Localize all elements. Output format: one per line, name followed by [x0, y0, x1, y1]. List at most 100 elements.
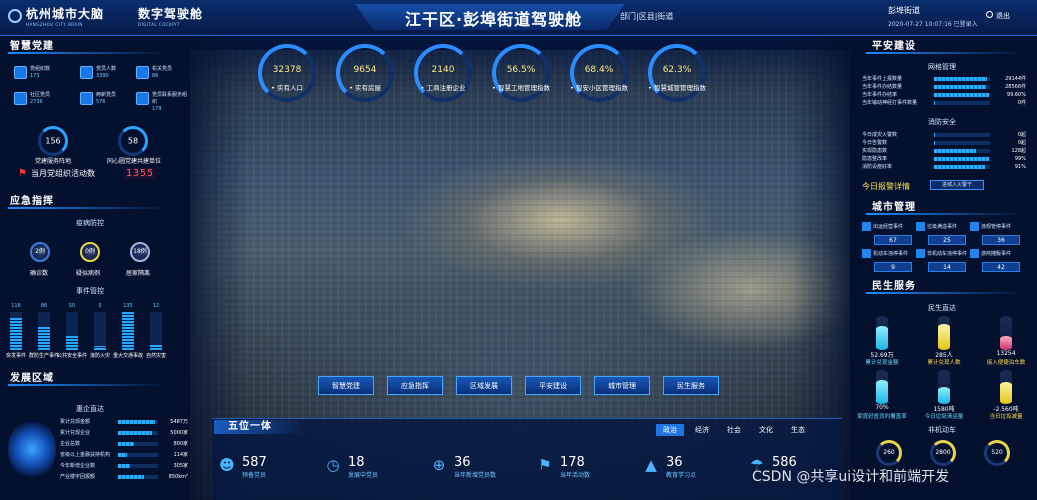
exit-label: 退出	[996, 12, 1010, 20]
tile-label: 出运经营事件	[862, 222, 914, 231]
row-value: 99.60%	[1006, 91, 1026, 98]
city-tile[interactable]: 违规管停事件 36	[970, 222, 1022, 248]
event-icon	[862, 222, 871, 231]
breadcrumb[interactable]: 部门|区县|街道	[620, 11, 673, 22]
divider	[866, 213, 1026, 215]
label: 机关党员	[152, 66, 173, 72]
nav-button[interactable]: 区域发展	[456, 376, 512, 395]
develop-row: 省级以上金融扶持机构 114家	[60, 451, 188, 458]
value: 576	[96, 99, 106, 105]
city-brain-icon	[8, 9, 22, 23]
row-label: 今日告警数	[862, 140, 888, 146]
safety-row: 当年输动神经打事件数量 0件	[862, 99, 1026, 106]
value: 3390	[96, 73, 109, 79]
five-tab[interactable]: 政治	[656, 424, 684, 436]
exit-button[interactable]: 退出	[986, 11, 1010, 21]
stat-label: 发展中党员	[348, 472, 379, 479]
cylinder-label: 家庭好医贡约覆盖率	[857, 414, 907, 420]
event-bar-value: 12	[152, 303, 160, 309]
flag-icon	[14, 92, 27, 105]
stat-value: 36	[666, 455, 683, 470]
row-value: 0起	[1017, 140, 1026, 146]
divider	[866, 52, 1026, 54]
nav-button[interactable]: 智慧党建	[318, 376, 374, 395]
safety-row: 今日告警数 0起	[862, 139, 1026, 146]
label: 党员人数	[96, 66, 117, 72]
row-label: 累计兑现金额	[60, 419, 91, 425]
row-value: 114家	[173, 452, 188, 458]
develop-row: 企业总数 800家	[60, 440, 188, 447]
five-tab[interactable]: 经济	[688, 424, 716, 436]
city-tile[interactable]: 垃圾满溢事件 25	[916, 222, 968, 248]
nav-button[interactable]: 平安建设	[525, 376, 581, 395]
party-item: 党组织数 173	[14, 66, 50, 79]
safety-row: 当年事件上报数量 29144件	[862, 75, 1026, 82]
logo-sub: HANGZHOU CITY BRAIN	[26, 22, 83, 27]
row-fill	[934, 100, 936, 105]
row-label: 当年事件上报数量	[862, 76, 903, 82]
nav-button[interactable]: 应急指挥	[387, 376, 443, 395]
cylinder-label: 今日垃圾清运量	[924, 414, 964, 420]
tile-value: 9	[874, 262, 912, 272]
row-track	[118, 474, 158, 479]
cylinder-fill	[938, 324, 950, 350]
five-tab[interactable]: 文化	[752, 424, 780, 436]
party-item: 两新党员 576	[80, 92, 116, 105]
nav-button[interactable]: 城市管理	[594, 376, 650, 395]
city-tile[interactable]: 非机动车违停事件 14	[916, 249, 968, 275]
row-value: 0件	[1017, 100, 1026, 106]
top-gauge-label: • 智安小区管理指数	[570, 84, 628, 92]
cylinder-fill	[876, 326, 888, 350]
row-track	[118, 441, 158, 446]
watermark: CSDN @共享ui设计和前端开发	[752, 469, 950, 485]
value: 2736	[30, 99, 43, 105]
city-tile[interactable]: 游商摊贩事件 42	[970, 249, 1022, 275]
tile-label-text: 游商摊贩事件	[981, 251, 1012, 257]
row-label: 消防设施好率	[862, 164, 893, 170]
top-gauge-value: 56.5%	[506, 65, 536, 75]
cylinder-label: 累计兑现人数	[927, 360, 961, 366]
activity-row: ⚑ 当月党组织活动数	[18, 168, 95, 179]
develop-row: 累计兑现金额 5487万	[60, 418, 188, 425]
five-stat: ◷ 18 发展中党员	[324, 455, 379, 480]
row-fill	[934, 148, 976, 153]
row-fill	[934, 140, 936, 145]
city-tile[interactable]: 出运经营事件 67	[862, 222, 914, 248]
city-tile[interactable]: 机动车违停事件 9	[862, 249, 914, 275]
top-gauge-value: 62.3%	[662, 65, 692, 75]
stat-value: 18	[348, 455, 365, 470]
event-bar-value: 50	[68, 303, 76, 309]
label: 党组织数	[30, 66, 51, 72]
value: 179	[152, 106, 162, 112]
nav-button[interactable]: 民生服务	[663, 376, 719, 395]
alarm-button[interactable]: 进城入火警干	[930, 180, 984, 190]
row-track	[118, 419, 158, 424]
event-bar-track	[94, 312, 106, 350]
cylinder-fill	[1000, 336, 1012, 350]
row-value: 800家	[173, 441, 188, 447]
five-tab[interactable]: 社会	[720, 424, 748, 436]
develop-row: 产业楼宇回报额 850km²	[60, 473, 188, 481]
top-gauge-label: • 智慧工地管理指数	[492, 84, 550, 92]
row-track	[934, 156, 990, 161]
car-ring: 2800	[930, 440, 956, 466]
row-value: 5487万	[170, 419, 188, 425]
tile-label: 机动车违停事件	[862, 249, 914, 258]
section-live: 民生服务	[872, 278, 916, 292]
top-gauge-value: 68.4%	[584, 65, 614, 75]
top-gauge-value: 2140	[431, 65, 455, 75]
cylinder-label: 接入便捷泊车数	[986, 360, 1026, 366]
value: 173	[30, 73, 40, 79]
cylinder-label: 当日垃圾减量	[989, 414, 1023, 420]
row-label: 省级以上金融扶持机构	[60, 452, 111, 458]
member-icon	[80, 66, 93, 79]
row-label: 产业楼宇回报额	[60, 474, 96, 480]
event-icon	[916, 222, 925, 231]
row-track	[118, 430, 158, 435]
user-name: 彭埠街道	[888, 6, 920, 15]
section-live-title: 民生服务	[872, 281, 916, 292]
five-tab[interactable]: 生态	[784, 424, 812, 436]
power-icon	[986, 11, 993, 18]
event-bar	[150, 344, 162, 350]
row-fill	[118, 430, 152, 435]
